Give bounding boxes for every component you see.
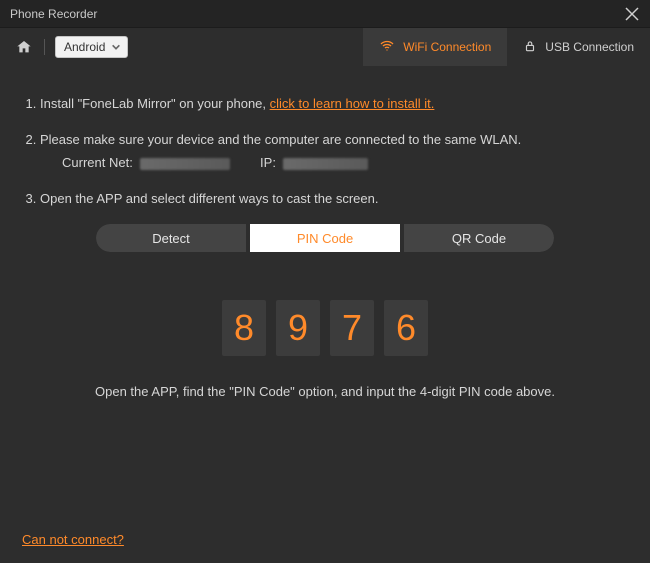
tab-pincode-label: PIN Code [297, 231, 353, 246]
pin-digit-4: 6 [384, 300, 428, 356]
tab-wifi-connection[interactable]: WiFi Connection [363, 28, 507, 66]
tab-detect[interactable]: Detect [96, 224, 246, 252]
device-select-label: Android [64, 40, 105, 54]
ip-label: IP: [260, 155, 276, 170]
pin-code-display: 8 9 7 6 [22, 300, 628, 356]
main-content: Install "FoneLab Mirror" on your phone, … [0, 66, 650, 563]
network-info: Current Net: IP: [40, 153, 628, 173]
pin-digit-2: 9 [276, 300, 320, 356]
window-title: Phone Recorder [10, 7, 624, 21]
pin-digit-3: 7 [330, 300, 374, 356]
tab-usb-connection[interactable]: USB Connection [507, 28, 650, 66]
connection-tabs: WiFi Connection USB Connection [363, 28, 650, 66]
tab-pincode[interactable]: PIN Code [250, 224, 400, 252]
chevron-down-icon [111, 42, 121, 52]
step-3: Open the APP and select different ways t… [40, 189, 628, 209]
titlebar: Phone Recorder [0, 0, 650, 28]
tab-detect-label: Detect [152, 231, 190, 246]
pin-digit-1: 8 [222, 300, 266, 356]
step-2-text: Please make sure your device and the com… [40, 132, 521, 147]
tab-wifi-label: WiFi Connection [403, 40, 491, 54]
current-net-value [140, 158, 230, 170]
pin-hint: Open the APP, find the "PIN Code" option… [22, 382, 628, 402]
cast-method-tabs: Detect PIN Code QR Code [96, 224, 554, 252]
device-select[interactable]: Android [55, 36, 128, 58]
lock-icon [523, 39, 537, 56]
step-2: Please make sure your device and the com… [40, 130, 628, 173]
tab-qrcode[interactable]: QR Code [404, 224, 554, 252]
tab-qrcode-label: QR Code [452, 231, 506, 246]
tab-usb-label: USB Connection [545, 40, 634, 54]
close-icon[interactable] [624, 6, 640, 22]
current-net-label: Current Net: [62, 155, 133, 170]
wifi-icon [379, 38, 395, 57]
install-guide-link[interactable]: click to learn how to install it. [270, 96, 435, 111]
toolbar: Android WiFi Connection [0, 28, 650, 66]
instruction-list: Install "FoneLab Mirror" on your phone, … [22, 94, 628, 208]
home-icon[interactable] [14, 37, 34, 57]
step-1: Install "FoneLab Mirror" on your phone, … [40, 94, 628, 114]
cannot-connect-link[interactable]: Can not connect? [22, 532, 124, 547]
step-1-text: Install "FoneLab Mirror" on your phone, [40, 96, 270, 111]
step-3-text: Open the APP and select different ways t… [40, 191, 378, 206]
ip-value [283, 158, 368, 170]
separator [44, 39, 45, 55]
